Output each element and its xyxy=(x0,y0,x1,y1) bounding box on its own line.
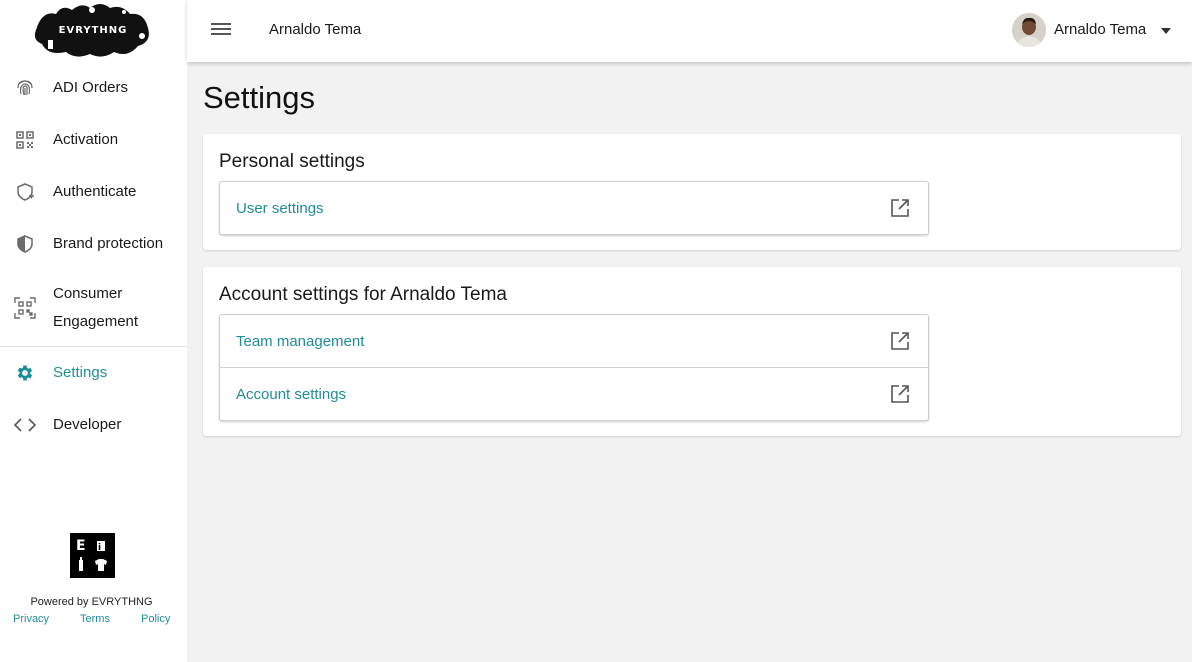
sidebar: EVRYTHNG ADI Orders Activation Authentic… xyxy=(0,0,187,662)
external-link-icon xyxy=(891,332,909,350)
sidebar-item-label: Brand protection xyxy=(53,235,164,252)
external-link-icon xyxy=(891,199,909,217)
sidebar-item-label: Authenticate xyxy=(53,183,137,200)
evrythng-logo[interactable]: EVRYTHNG xyxy=(32,0,154,60)
qr-code-icon xyxy=(14,129,36,151)
user-settings-link[interactable]: User settings xyxy=(220,182,928,234)
evrythng-badge-logo: E i xyxy=(70,533,115,578)
link-label: Team management xyxy=(236,332,365,350)
sidebar-item-label: Developer xyxy=(53,416,122,433)
sidebar-item-label: Settings xyxy=(53,364,108,381)
footer-link-terms[interactable]: Terms xyxy=(80,613,110,625)
account-settings-link[interactable]: Account settings xyxy=(220,367,928,420)
external-link-icon xyxy=(891,385,909,403)
sidebar-item-developer[interactable]: Developer xyxy=(0,399,187,451)
personal-settings-list: User settings xyxy=(219,181,929,235)
avatar[interactable] xyxy=(1012,13,1046,47)
badge-letter-e: E xyxy=(76,538,86,554)
badge-letter-i: i xyxy=(98,543,101,553)
sidebar-item-label: Activation xyxy=(53,131,119,148)
shield-half-icon xyxy=(14,233,36,255)
chevron-down-icon[interactable] xyxy=(1161,28,1171,34)
qr-scan-icon xyxy=(14,297,36,319)
sidebar-item-settings[interactable]: Settings xyxy=(0,347,187,399)
sidebar-item-authenticate[interactable]: Authenticate xyxy=(0,166,187,218)
team-management-link[interactable]: Team management xyxy=(220,315,928,367)
sidebar-item-adi-orders[interactable]: ADI Orders xyxy=(0,62,187,114)
page-title: Settings xyxy=(203,80,316,115)
logo-text: EVRYTHNG xyxy=(59,25,128,36)
personal-settings-heading: Personal settings xyxy=(219,151,365,172)
sidebar-item-label: ADI Orders xyxy=(53,79,129,96)
powered-by-text: Powered by EVRYTHNG xyxy=(30,596,153,608)
sidebar-item-consumer-engagement[interactable]: Consumer Engagement xyxy=(0,280,187,336)
user-name[interactable]: Arnaldo Tema xyxy=(1054,21,1146,38)
footer-link-policy[interactable]: Policy xyxy=(141,613,170,625)
account-settings-card: Account settings for Arnaldo Tema Team m… xyxy=(203,267,1181,436)
footer-link-privacy[interactable]: Privacy xyxy=(13,613,49,625)
sidebar-item-label: Consumer xyxy=(53,285,123,302)
code-icon xyxy=(14,414,36,436)
account-settings-heading: Account settings for Arnaldo Tema xyxy=(219,284,507,305)
personal-settings-card: Personal settings User settings xyxy=(203,134,1181,250)
account-settings-list: Team management Account settings xyxy=(219,314,929,421)
sidebar-item-brand-protection[interactable]: Brand protection xyxy=(0,218,187,270)
link-label: User settings xyxy=(236,199,324,217)
link-label: Account settings xyxy=(236,385,347,403)
sidebar-item-activation[interactable]: Activation xyxy=(0,114,187,166)
shield-plus-icon xyxy=(14,181,36,203)
account-title: Arnaldo Tema xyxy=(269,21,362,38)
fingerprint-icon xyxy=(14,77,36,99)
sidebar-item-label-line2: Engagement xyxy=(53,313,139,330)
sidebar-divider xyxy=(0,346,187,347)
menu-icon[interactable] xyxy=(211,20,231,40)
top-app-bar: Arnaldo Tema Arnaldo Tema xyxy=(187,0,1192,62)
gear-icon xyxy=(14,362,36,384)
